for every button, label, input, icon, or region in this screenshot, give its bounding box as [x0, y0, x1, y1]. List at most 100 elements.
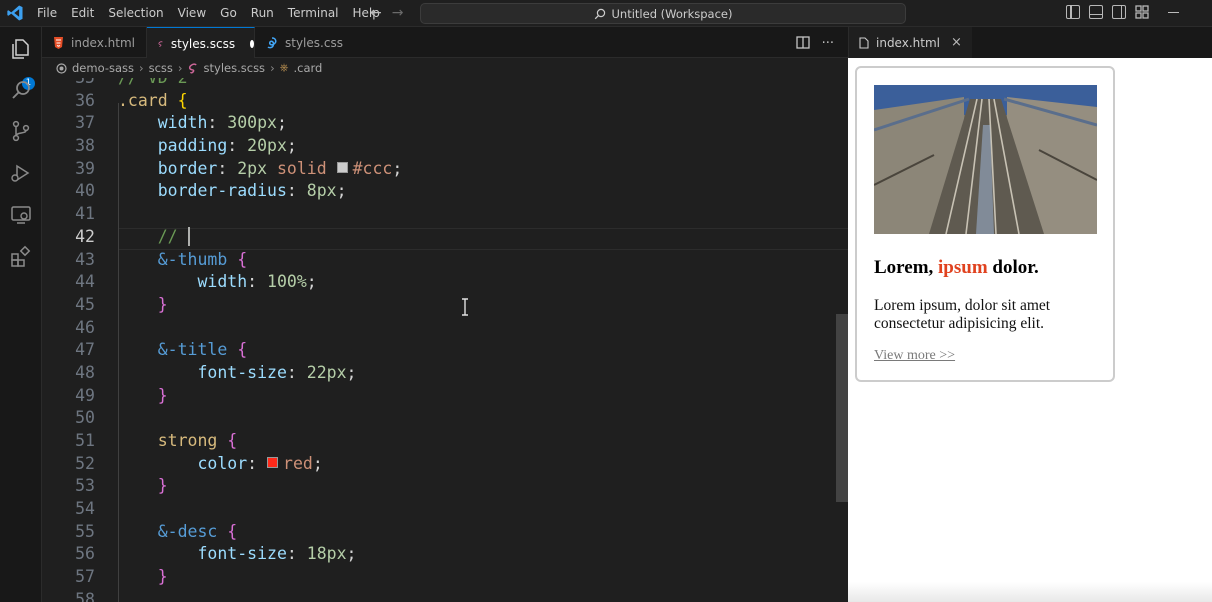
line-number: 58	[75, 589, 95, 602]
property: font-size	[197, 544, 287, 564]
nested-selector: &-desc	[157, 521, 218, 541]
code-line-48: font-size: 22px;	[197, 362, 357, 382]
split-editor-icon[interactable]	[795, 36, 810, 49]
tab-index-html[interactable]: index.html	[42, 27, 147, 58]
view-more-link[interactable]: View more >>	[874, 348, 955, 364]
back-arrow-icon[interactable]: ←	[370, 5, 382, 21]
comment: //	[157, 226, 178, 246]
line-number: 37	[75, 113, 95, 133]
editor-scrollbar[interactable]	[836, 314, 848, 502]
tab-label: index.html	[876, 35, 940, 50]
line-number-gutter: 35 36 37 38 39 40 41 42 43 44 45 46 47 4…	[42, 78, 102, 602]
explorer-icon[interactable]	[9, 37, 33, 61]
minimize-icon[interactable]	[1168, 12, 1179, 13]
sass-file-icon	[158, 40, 163, 47]
nested-selector: strong	[157, 431, 218, 450]
card: Lorem, ipsum dolor. Lorem ipsum, dolor s…	[855, 66, 1115, 382]
toggle-panel-icon[interactable]	[1089, 5, 1103, 19]
color-swatch[interactable]	[267, 456, 279, 468]
tab-styles-scss[interactable]: styles.scss	[147, 27, 255, 59]
card-title-text: dolor.	[992, 257, 1039, 278]
customize-layout-icon[interactable]	[1135, 5, 1149, 19]
breadcrumb-item[interactable]: styles.scss	[204, 61, 266, 75]
menu-terminal[interactable]: Terminal	[281, 0, 346, 27]
editor-tab-bar: index.html styles.scss styles.css ···	[42, 27, 848, 59]
code-line-49: }	[118, 385, 838, 408]
toggle-secondary-sidebar-icon[interactable]	[1112, 5, 1126, 19]
search-icon[interactable]	[9, 78, 33, 102]
brace: }	[157, 385, 168, 405]
brace: }	[157, 476, 168, 496]
toggle-primary-sidebar-icon[interactable]	[1066, 5, 1080, 19]
source-control-icon[interactable]	[9, 119, 33, 143]
close-icon[interactable]: ×	[951, 35, 962, 50]
breadcrumb-item[interactable]: demo-sass	[72, 61, 134, 75]
code-lines: // VD 2 .card { width: 300px; padding: 2…	[118, 78, 838, 602]
card-title: Lorem, ipsum dolor.	[874, 257, 1039, 279]
run-debug-icon[interactable]	[9, 161, 33, 185]
html-file-icon	[54, 36, 63, 49]
command-center[interactable]: Untitled (Workspace)	[420, 3, 906, 24]
line-number: 51	[75, 431, 95, 450]
menu-selection[interactable]: Selection	[101, 0, 170, 27]
color-swatch[interactable]	[336, 161, 348, 173]
brace: {	[237, 249, 248, 269]
code-line-56: font-size: 18px;	[197, 544, 357, 564]
folder-root-icon	[56, 62, 67, 74]
symbol-icon: ⎈	[279, 61, 289, 74]
line-number: 41	[75, 204, 95, 224]
menu-view[interactable]: View	[171, 0, 213, 27]
breadcrumb-item[interactable]: .card	[293, 61, 322, 75]
value: 100%	[267, 272, 307, 292]
remote-explorer-icon[interactable]	[9, 203, 33, 227]
brace: {	[177, 90, 188, 110]
comment: // VD 2	[118, 78, 188, 87]
brace: }	[157, 567, 168, 587]
menu-file[interactable]: File	[30, 0, 64, 27]
unsaved-dot-icon[interactable]	[250, 39, 254, 48]
breadcrumb-item[interactable]: scss	[149, 61, 173, 75]
line-number: 57	[75, 567, 95, 587]
more-actions-icon[interactable]: ···	[822, 36, 834, 51]
navigation-arrows: ← →	[370, 5, 403, 21]
browser-preview: Lorem, ipsum dolor. Lorem ipsum, dolor s…	[848, 58, 1212, 602]
code-editor[interactable]: 35 36 37 38 39 40 41 42 43 44 45 46 47 4…	[42, 78, 848, 602]
value: solid	[276, 158, 327, 178]
breadcrumb: demo-sass › scss › styles.scss › ⎈ .card	[42, 58, 848, 78]
menu-go[interactable]: Go	[213, 0, 244, 27]
code-line-38: padding: 20px;	[157, 136, 297, 156]
value: 8px	[306, 181, 337, 201]
line-number: 55	[75, 521, 95, 541]
layout-controls	[1066, 5, 1149, 19]
line-number: 46	[75, 317, 95, 337]
nested-selector: &-title	[157, 340, 228, 360]
file-icon	[859, 36, 869, 49]
line-number: 43	[75, 249, 95, 269]
value: 300px	[227, 113, 277, 133]
code-line-55: &-desc {	[118, 521, 838, 544]
code-line-53: }	[118, 475, 838, 498]
title-bar: File Edit Selection View Go Run Terminal…	[0, 0, 1212, 27]
value: 2px	[237, 158, 268, 178]
line-number: 42	[75, 226, 95, 246]
chevron-right-icon: ›	[139, 61, 144, 75]
line-number: 49	[75, 385, 95, 405]
line-number: 52	[75, 453, 95, 473]
tab-styles-css[interactable]: styles.css	[255, 27, 360, 58]
tab-label: index.html	[71, 35, 135, 50]
sass-file-icon	[188, 63, 197, 73]
value: 18px	[306, 544, 347, 564]
line-number: 50	[75, 408, 95, 428]
forward-arrow-icon[interactable]: →	[392, 5, 404, 21]
brace: {	[237, 340, 248, 360]
tab-preview-index-html[interactable]: index.html ×	[849, 27, 972, 58]
card-title-text: Lorem,	[874, 257, 934, 278]
line-number: 54	[75, 499, 95, 519]
menu-run[interactable]: Run	[244, 0, 281, 27]
extensions-icon[interactable]	[9, 245, 33, 269]
value: red	[283, 453, 313, 473]
menu-edit[interactable]: Edit	[64, 0, 101, 27]
code-line-42: //	[118, 226, 838, 249]
